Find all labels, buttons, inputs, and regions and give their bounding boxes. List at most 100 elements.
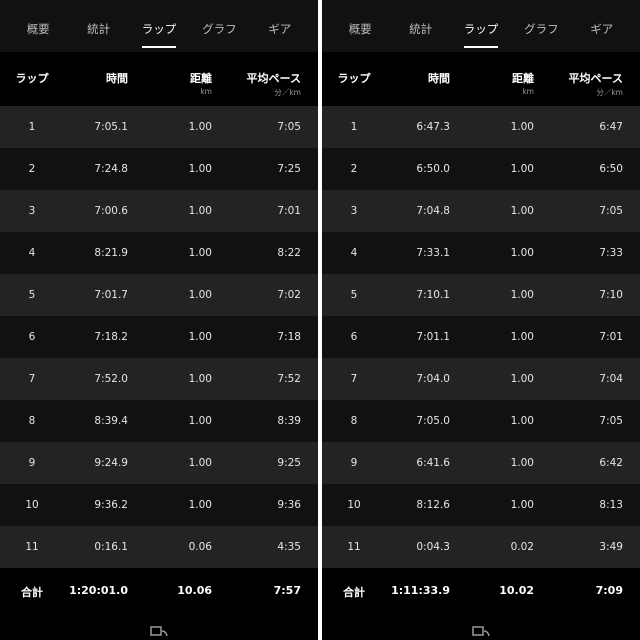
tab-graph[interactable]: グラフ	[201, 0, 237, 52]
lap-pace: 7:01	[599, 331, 623, 343]
lap-distance: 0.06	[188, 541, 212, 553]
lap-number: 3	[350, 205, 358, 217]
lap-distance: 1.00	[188, 205, 212, 217]
cast-icon[interactable]	[150, 626, 168, 638]
lap-number: 10	[347, 499, 361, 511]
total-label: 合計	[343, 586, 365, 599]
lap-distance: 1.00	[188, 289, 212, 301]
table-row: 5 7:01.7 1.00 7:02	[0, 274, 318, 316]
lap-time: 7:04.0	[416, 373, 450, 385]
tab-graph[interactable]: グラフ	[523, 0, 559, 52]
lap-distance: 1.00	[510, 205, 534, 217]
lap-distance: 1.00	[188, 373, 212, 385]
table-row: 10 8:12.6 1.00 8:13	[322, 484, 640, 526]
lap-time: 6:47.3	[416, 121, 450, 133]
lap-distance: 1.00	[510, 163, 534, 175]
header-distance: 距離	[190, 72, 212, 85]
lap-number: 1	[350, 121, 358, 133]
table-row: 6 7:18.2 1.00 7:18	[0, 316, 318, 358]
lap-pace: 3:49	[599, 541, 623, 553]
lap-pace: 8:22	[277, 247, 301, 259]
lap-pace: 7:25	[277, 163, 301, 175]
table-row: 7 7:04.0 1.00 7:04	[322, 358, 640, 400]
lap-pace: 6:50	[599, 163, 623, 175]
lap-distance: 1.00	[510, 373, 534, 385]
lap-number: 2	[350, 163, 358, 175]
header-pace: 平均ペース	[568, 72, 623, 85]
lap-pace: 7:02	[277, 289, 301, 301]
lap-number: 10	[25, 499, 39, 511]
header-lap: ラップ	[15, 72, 49, 85]
header-distance: 距離	[512, 72, 534, 85]
table-row: 7 7:52.0 1.00 7:52	[0, 358, 318, 400]
total-row: 合計 1:20:01.0 10.06 7:57	[0, 568, 318, 612]
tab-overview[interactable]: 概要	[20, 0, 56, 52]
total-pace: 7:57	[273, 584, 301, 597]
tab-bar: 概要 統計 ラップ グラフ ギア	[322, 0, 640, 52]
lap-table-body: 1 6:47.3 1.00 6:47 2 6:50.0 1.00 6:50 3 7:04.8 1.0…	[322, 106, 640, 568]
lap-time: 7:01.1	[416, 331, 450, 343]
lap-time: 7:52.0	[94, 373, 128, 385]
table-row: 5 7:10.1 1.00 7:10	[322, 274, 640, 316]
lap-distance: 1.00	[188, 499, 212, 511]
lap-pace: 7:04	[599, 373, 623, 385]
lap-pace: 7:05	[277, 121, 301, 133]
lap-distance: 1.00	[510, 457, 534, 469]
lap-distance: 1.00	[188, 457, 212, 469]
total-row: 合計 1:11:33.9 10.02 7:09	[322, 568, 640, 612]
header-distance-unit: km	[200, 87, 212, 96]
tab-gear[interactable]: ギア	[262, 0, 298, 52]
table-row: 8 7:05.0 1.00 7:05	[322, 400, 640, 442]
table-row: 8 8:39.4 1.00 8:39	[0, 400, 318, 442]
tab-laps[interactable]: ラップ	[141, 0, 177, 52]
lap-table-body: 1 7:05.1 1.00 7:05 2 7:24.8 1.00 7:25 3 7:00.6 1.0…	[0, 106, 318, 568]
tab-gear[interactable]: ギア	[584, 0, 620, 52]
lap-time: 6:50.0	[416, 163, 450, 175]
tab-stats[interactable]: 統計	[403, 0, 439, 52]
lap-pace: 7:52	[277, 373, 301, 385]
lap-distance: 1.00	[510, 121, 534, 133]
table-row: 9 9:24.9 1.00 9:25	[0, 442, 318, 484]
cast-icon[interactable]	[472, 626, 490, 638]
lap-pace: 6:42	[599, 457, 623, 469]
lap-distance: 1.00	[510, 415, 534, 427]
lap-number: 7	[350, 373, 358, 385]
table-row: 9 6:41.6 1.00 6:42	[322, 442, 640, 484]
lap-number: 4	[350, 247, 358, 259]
header-pace-unit: 分／km	[596, 88, 623, 97]
screenshot-collage: 概要 統計 ラップ グラフ ギア ラップ 時間 距離 km 平均ペース 分／km…	[0, 0, 640, 640]
lap-number: 3	[28, 205, 36, 217]
lap-time: 7:10.1	[416, 289, 450, 301]
total-distance: 10.06	[177, 584, 212, 597]
table-row: 11 0:04.3 0.02 3:49	[322, 526, 640, 568]
table-header: ラップ 時間 距離 km 平均ペース 分／km	[0, 52, 318, 106]
tab-bar: 概要 統計 ラップ グラフ ギア	[0, 0, 318, 52]
lap-time: 0:04.3	[416, 541, 450, 553]
lap-number: 4	[28, 247, 36, 259]
total-distance: 10.02	[499, 584, 534, 597]
table-row: 4 7:33.1 1.00 7:33	[322, 232, 640, 274]
lap-number: 8	[28, 415, 36, 427]
lap-time: 9:36.2	[94, 499, 128, 511]
lap-number: 11	[347, 541, 361, 553]
table-row: 1 6:47.3 1.00 6:47	[322, 106, 640, 148]
lap-distance: 0.02	[510, 541, 534, 553]
tab-laps[interactable]: ラップ	[463, 0, 499, 52]
lap-time: 6:41.6	[416, 457, 450, 469]
lap-time: 7:00.6	[94, 205, 128, 217]
tab-overview[interactable]: 概要	[342, 0, 378, 52]
lap-time: 7:05.1	[94, 121, 128, 133]
lap-time: 7:18.2	[94, 331, 128, 343]
table-row: 10 9:36.2 1.00 9:36	[0, 484, 318, 526]
lap-distance: 1.00	[510, 499, 534, 511]
lap-number: 9	[28, 457, 36, 469]
table-header: ラップ 時間 距離 km 平均ペース 分／km	[322, 52, 640, 106]
lap-number: 9	[350, 457, 358, 469]
header-pace: 平均ペース	[246, 72, 301, 85]
lap-pace: 7:33	[599, 247, 623, 259]
lap-time: 7:04.8	[416, 205, 450, 217]
lap-distance: 1.00	[510, 247, 534, 259]
lap-time: 7:05.0	[416, 415, 450, 427]
tab-stats[interactable]: 統計	[81, 0, 117, 52]
lap-pace: 7:05	[599, 205, 623, 217]
